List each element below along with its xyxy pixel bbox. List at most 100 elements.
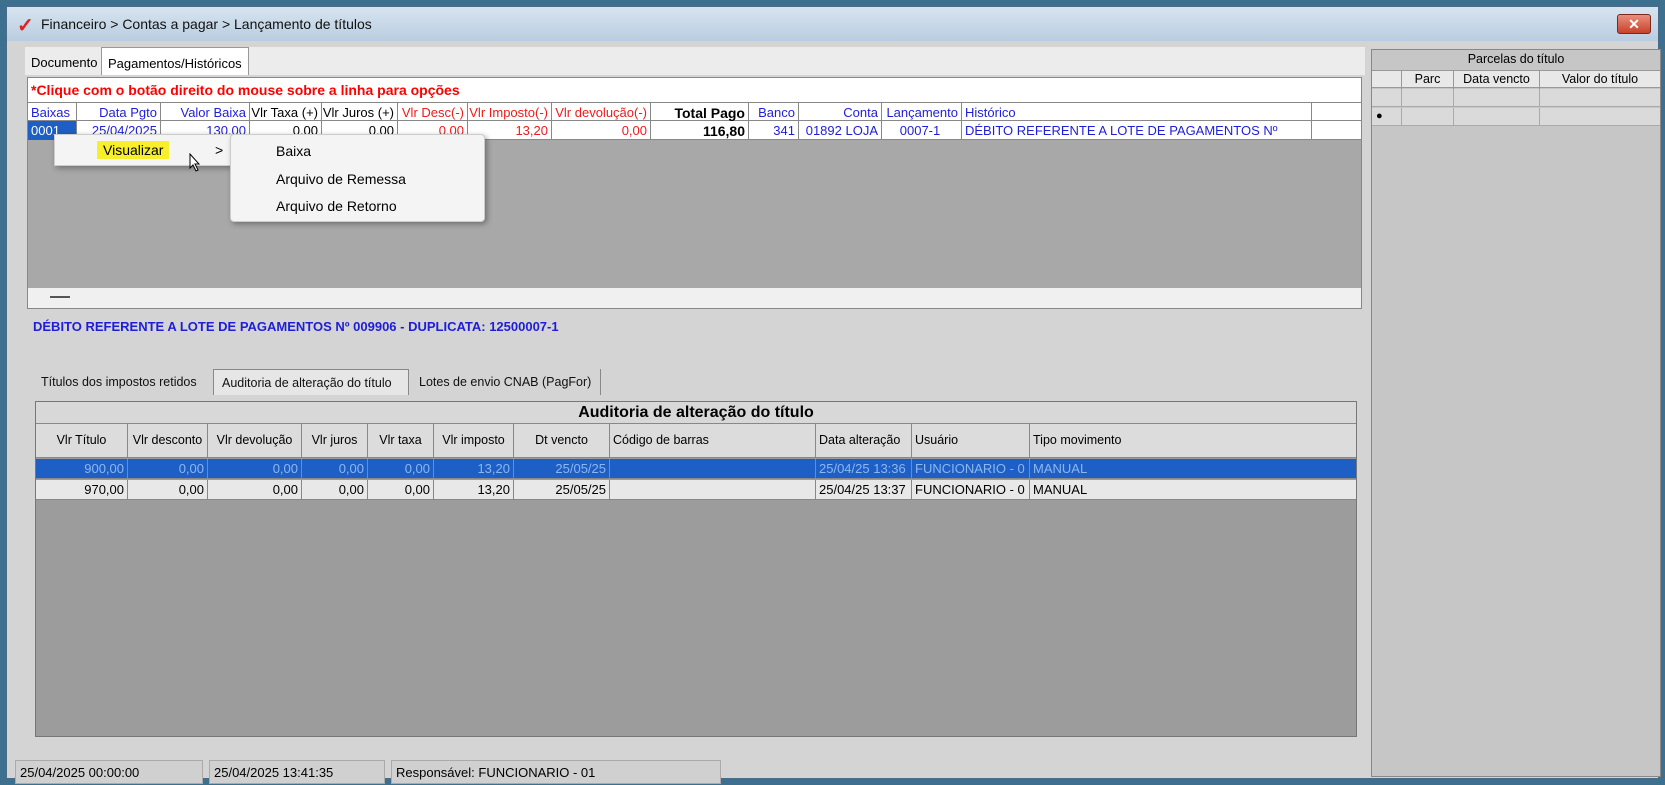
audit-row[interactable]: 900,00 0,00 0,00 0,00 0,00 13,20 25/05/2…: [36, 459, 1356, 479]
col-vlr-juros[interactable]: Vlr Juros (+): [322, 103, 398, 121]
audit-cell[interactable]: 900,00: [36, 459, 128, 479]
audit-cell[interactable]: [610, 459, 816, 479]
audit-cell[interactable]: 0,00: [128, 480, 208, 500]
mouse-pointer-icon: [189, 153, 201, 172]
col-vlr-devolucao-audit[interactable]: Vlr devolução: [208, 424, 302, 458]
col-vlr-taxa[interactable]: Vlr Taxa (+): [250, 103, 322, 121]
col-data-alteracao[interactable]: Data alteração: [816, 424, 912, 458]
audit-cell[interactable]: [610, 480, 816, 500]
col-tipo-movimento[interactable]: Tipo movimento: [1030, 424, 1356, 458]
dash-indicator: [50, 296, 70, 298]
col-valor-baixa[interactable]: Valor Baixa: [161, 103, 250, 121]
status-date-start: 25/04/2025 00:00:00: [15, 760, 203, 784]
col-parc[interactable]: Parc: [1402, 71, 1454, 89]
parcelas-title: Parcelas do título: [1467, 52, 1565, 66]
parcelas-row[interactable]: ●: [1372, 108, 1660, 126]
parcelas-header: Parc Data vencto Valor do título: [1372, 70, 1660, 89]
parcelas-cell[interactable]: [1454, 108, 1540, 126]
col-dt-vencto[interactable]: Dt vencto: [514, 424, 610, 458]
col-vlr-desc[interactable]: Vlr Desc(-): [398, 103, 468, 121]
row-indicator: ●: [1372, 108, 1402, 126]
col-data-pgto[interactable]: Data Pgto: [77, 103, 161, 121]
audit-cell[interactable]: 0,00: [208, 480, 302, 500]
status-responsavel: Responsável: FUNCIONARIO - 01: [391, 760, 721, 784]
top-tabbar: Documento Pagamentos/Históricos: [25, 47, 1365, 75]
audit-cell[interactable]: 13,20: [434, 480, 514, 500]
audit-cell[interactable]: 25/04/25 13:37: [816, 480, 912, 500]
col-vlr-desconto[interactable]: Vlr desconto: [128, 424, 208, 458]
tab-documento[interactable]: Documento: [25, 47, 101, 75]
col-vlr-taxa-audit[interactable]: Vlr taxa: [368, 424, 434, 458]
audit-cell[interactable]: FUNCIONARIO - 0: [912, 480, 1030, 500]
tab-lotes-cnab[interactable]: Lotes de envio CNAB (PagFor): [411, 369, 601, 395]
chevron-right-icon: >: [215, 142, 224, 158]
menu-item-arquivo-retorno[interactable]: Arquivo de Retorno: [231, 192, 484, 218]
col-valor-titulo[interactable]: Valor do título: [1540, 71, 1660, 89]
main-window: ✓ Financeiro > Contas a pagar > Lançamen…: [6, 6, 1661, 784]
window-title: Financeiro > Contas a pagar > Lançamento…: [41, 16, 372, 32]
cell-total[interactable]: 116,80: [651, 121, 749, 140]
audit-cell[interactable]: 0,00: [368, 480, 434, 500]
col-vlr-imposto-audit[interactable]: Vlr imposto: [434, 424, 514, 458]
cell-conta[interactable]: 01892 LOJA: [799, 121, 882, 140]
tab-auditoria[interactable]: Auditoria de alteração do título: [213, 369, 409, 395]
context-menu: Visualizar >: [54, 134, 232, 166]
audit-cell[interactable]: 25/04/25 13:36: [816, 459, 912, 479]
parcelas-row[interactable]: [1372, 89, 1660, 107]
app-check-icon: ✓: [17, 15, 34, 37]
col-usuario[interactable]: Usuário: [912, 424, 1030, 458]
audit-cell[interactable]: 0,00: [368, 459, 434, 479]
parcelas-cell[interactable]: [1454, 89, 1540, 107]
payments-grid: *Clique com o botão direito do mouse sob…: [27, 77, 1362, 309]
audit-cell[interactable]: FUNCIONARIO - 0: [912, 459, 1030, 479]
cell-historico[interactable]: DÉBITO REFERENTE A LOTE DE PAGAMENTOS Nº: [962, 121, 1312, 140]
audit-title: Auditoria de alteração do título: [36, 402, 1356, 424]
col-total-pago[interactable]: Total Pago: [651, 103, 749, 121]
audit-cell[interactable]: 13,20: [434, 459, 514, 479]
cell-lancamento[interactable]: 0007-1: [882, 121, 962, 140]
col-codigo-barras[interactable]: Código de barras: [610, 424, 816, 458]
grid-footer: [28, 288, 1361, 308]
audit-header: Vlr Título Vlr desconto Vlr devolução Vl…: [36, 424, 1356, 458]
parcelas-cell[interactable]: [1402, 108, 1454, 126]
menu-item-arquivo-remessa[interactable]: Arquivo de Remessa: [231, 165, 484, 191]
bottom-tabbar: Títulos dos impostos retidos Auditoria d…: [33, 369, 633, 395]
audit-cell[interactable]: 970,00: [36, 480, 128, 500]
col-vlr-juros-audit[interactable]: Vlr juros: [302, 424, 368, 458]
col-vlr-imposto[interactable]: Vlr Imposto(-): [468, 103, 552, 121]
parcelas-cell[interactable]: [1402, 89, 1454, 107]
audit-cell[interactable]: 25/05/25: [514, 459, 610, 479]
cell-banco[interactable]: 341: [749, 121, 799, 140]
col-vlr-titulo[interactable]: Vlr Título: [36, 424, 128, 458]
audit-grid: Auditoria de alteração do título Vlr Tít…: [35, 401, 1357, 737]
audit-cell[interactable]: 0,00: [302, 480, 368, 500]
col-historico[interactable]: Histórico: [962, 103, 1312, 121]
col-data-vencto[interactable]: Data vencto: [1454, 71, 1540, 89]
current-row-icon: ●: [1376, 110, 1383, 122]
payments-header: Baixas Data Pgto Valor Baixa Vlr Taxa (+…: [28, 102, 1361, 121]
close-button[interactable]: ✕: [1617, 14, 1651, 34]
submenu: Baixa Arquivo de Remessa Arquivo de Reto…: [230, 134, 485, 222]
title-bar: ✓ Financeiro > Contas a pagar > Lançamen…: [7, 7, 1658, 41]
audit-cell[interactable]: 0,00: [208, 459, 302, 479]
col-conta[interactable]: Conta: [799, 103, 882, 121]
hint-text: *Clique com o botão direito do mouse sob…: [28, 78, 1361, 102]
tab-pagamentos[interactable]: Pagamentos/Históricos: [101, 47, 249, 75]
parcelas-panel: Parcelas do título Parc Data vencto Valo…: [1371, 49, 1661, 777]
menu-item-visualizar-label: Visualizar: [97, 141, 170, 159]
row-indicator: [1372, 89, 1402, 107]
audit-cell[interactable]: MANUAL: [1030, 459, 1356, 479]
audit-cell[interactable]: 25/05/25: [514, 480, 610, 500]
col-banco[interactable]: Banco: [749, 103, 799, 121]
audit-cell[interactable]: 0,00: [128, 459, 208, 479]
status-date-now: 25/04/2025 13:41:35: [209, 760, 385, 784]
col-vlr-devolucao[interactable]: Vlr devolução(-): [552, 103, 651, 121]
audit-cell[interactable]: MANUAL: [1030, 480, 1356, 500]
col-baixas[interactable]: Baixas: [28, 103, 77, 121]
menu-item-baixa[interactable]: Baixa: [231, 137, 484, 163]
audit-cell[interactable]: 0,00: [302, 459, 368, 479]
audit-row[interactable]: 970,00 0,00 0,00 0,00 0,00 13,20 25/05/2…: [36, 480, 1356, 500]
cell-devolucao[interactable]: 0,00: [552, 121, 651, 140]
tab-titulos-impostos[interactable]: Títulos dos impostos retidos: [33, 369, 213, 395]
col-lancamento[interactable]: Lançamento: [882, 103, 962, 121]
